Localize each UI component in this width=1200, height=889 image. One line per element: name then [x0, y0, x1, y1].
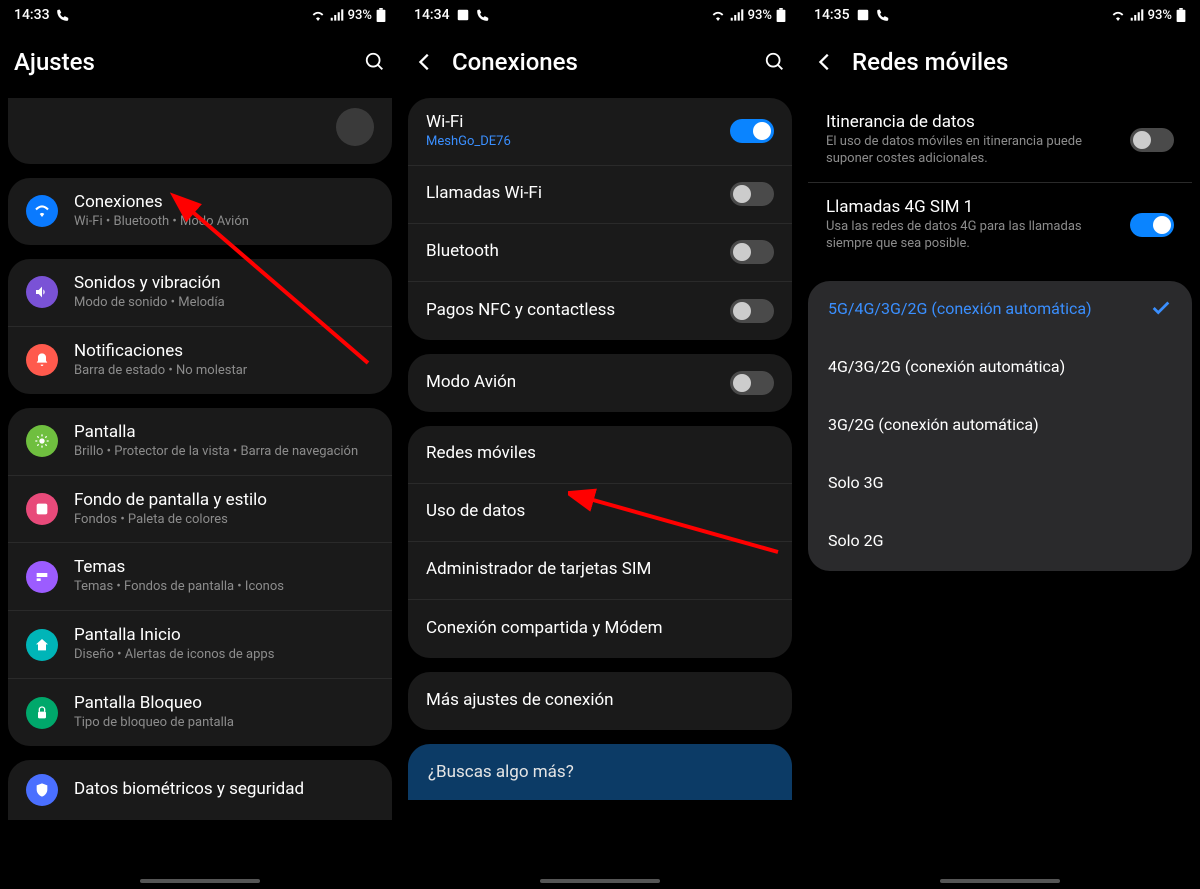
wifi-icon — [1110, 9, 1126, 21]
settings-item-display[interactable]: Pantalla Brillo • Protector de la vista … — [8, 408, 392, 476]
bell-icon — [26, 344, 58, 376]
page-title: Redes móviles — [852, 48, 1186, 76]
settings-item-wallpaper[interactable]: Fondo de pantalla y estilo Fondos • Pale… — [8, 476, 392, 544]
avatar[interactable] — [336, 108, 374, 146]
screen-mobile-networks: 14:35 93% Redes móviles Itinerancia de d… — [800, 0, 1200, 889]
row-mobile-networks[interactable]: Redes móviles — [408, 426, 792, 484]
status-time: 14:35 — [814, 7, 850, 23]
settings-item-biometrics[interactable]: Datos biométricos y seguridad — [8, 760, 392, 820]
search-prompt[interactable]: ¿Buscas algo más? — [408, 744, 792, 800]
row-4g-calls[interactable]: Llamadas 4G SIM 1 Usa las redes de datos… — [808, 183, 1192, 267]
item-sub: Wi-Fi • Bluetooth • Modo Avión — [74, 214, 374, 231]
toggle-nfc[interactable] — [730, 299, 774, 323]
row-tethering[interactable]: Conexión compartida y Módem — [408, 600, 792, 658]
wifi-icon — [310, 9, 326, 21]
screen-header: Redes móviles — [800, 30, 1200, 98]
chevron-left-icon — [414, 51, 436, 73]
status-bar: 14:33 93% — [0, 0, 400, 30]
home-indicator[interactable] — [940, 879, 1060, 883]
image-icon — [456, 8, 470, 22]
shield-icon — [26, 774, 58, 806]
row-data-usage[interactable]: Uso de datos — [408, 484, 792, 542]
home-indicator[interactable] — [140, 879, 260, 883]
search-button[interactable] — [764, 51, 786, 73]
lock-icon — [26, 697, 58, 729]
screen-header: Ajustes — [0, 30, 400, 98]
row-more-settings[interactable]: Más ajustes de conexión — [408, 672, 792, 730]
toggle-roaming[interactable] — [1130, 128, 1174, 152]
phone-call-icon — [56, 8, 70, 22]
row-nfc[interactable]: Pagos NFC y contactless — [408, 282, 792, 340]
signal-icon — [730, 9, 744, 21]
page-title: Ajustes — [14, 48, 348, 76]
status-bar: 14:35 93% — [800, 0, 1200, 30]
settings-item-sounds[interactable]: Sonidos y vibración Modo de sonido • Mel… — [8, 259, 392, 327]
home-icon — [26, 629, 58, 661]
network-option[interactable]: 4G/3G/2G (conexión automática) — [808, 339, 1192, 397]
network-mode-menu: 5G/4G/3G/2G (conexión automática) 4G/3G/… — [808, 281, 1192, 571]
item-title: Conexiones — [74, 192, 374, 212]
back-button[interactable] — [814, 51, 836, 73]
search-icon — [364, 51, 386, 73]
toggle-bluetooth[interactable] — [730, 240, 774, 264]
toggle-4g-calls[interactable] — [1130, 213, 1174, 237]
screen-settings: 14:33 93% Ajustes Conexiones — [0, 0, 400, 889]
page-title: Conexiones — [452, 48, 748, 76]
status-time: 14:33 — [14, 7, 50, 23]
signal-icon — [330, 9, 344, 21]
screen-header: Conexiones — [400, 30, 800, 98]
brush-icon — [26, 561, 58, 593]
profile-fragment — [8, 98, 392, 164]
back-button[interactable] — [414, 51, 436, 73]
image-icon — [856, 8, 870, 22]
status-battery: 93% — [1148, 8, 1172, 23]
settings-item-home[interactable]: Pantalla Inicio Diseño • Alertas de icon… — [8, 611, 392, 679]
wifi-icon — [710, 9, 726, 21]
settings-item-lockscreen[interactable]: Pantalla Bloqueo Tipo de bloqueo de pant… — [8, 679, 392, 746]
signal-icon — [1130, 9, 1144, 21]
phone-call-icon — [476, 8, 490, 22]
check-icon — [1150, 297, 1172, 323]
status-bar: 14:34 93% — [400, 0, 800, 30]
chevron-left-icon — [814, 51, 836, 73]
network-option[interactable]: 5G/4G/3G/2G (conexión automática) — [808, 281, 1192, 339]
settings-item-notifications[interactable]: Notificaciones Barra de estado • No mole… — [8, 327, 392, 394]
toggle-wifi-calling[interactable] — [730, 182, 774, 206]
row-wifi[interactable]: Wi-Fi MeshGo_DE76 — [408, 98, 792, 166]
screen-connections: 14:34 93% Conexiones Wi-Fi MeshGo_DE76 — [400, 0, 800, 889]
toggle-wifi[interactable] — [730, 119, 774, 143]
network-option[interactable]: 3G/2G (conexión automática) — [808, 397, 1192, 455]
status-battery: 93% — [348, 8, 372, 23]
battery-icon — [1176, 8, 1186, 22]
row-airplane[interactable]: Modo Avión — [408, 354, 792, 412]
status-time: 14:34 — [414, 7, 450, 23]
battery-icon — [776, 8, 786, 22]
network-option[interactable]: Solo 3G — [808, 455, 1192, 513]
network-option[interactable]: Solo 2G — [808, 513, 1192, 571]
row-bluetooth[interactable]: Bluetooth — [408, 224, 792, 282]
settings-item-connections[interactable]: Conexiones Wi-Fi • Bluetooth • Modo Avió… — [8, 178, 392, 245]
row-sim-manager[interactable]: Administrador de tarjetas SIM — [408, 542, 792, 600]
phone-call-icon — [876, 8, 890, 22]
palette-icon — [26, 493, 58, 525]
toggle-airplane[interactable] — [730, 371, 774, 395]
row-roaming[interactable]: Itinerancia de datos El uso de datos móv… — [808, 98, 1192, 183]
settings-item-themes[interactable]: Temas Temas • Fondos de pantalla • Icono… — [8, 543, 392, 611]
search-icon — [764, 51, 786, 73]
row-wifi-calling[interactable]: Llamadas Wi-Fi — [408, 166, 792, 224]
sun-icon — [26, 425, 58, 457]
speaker-icon — [26, 276, 58, 308]
wifi-icon — [26, 195, 58, 227]
search-button[interactable] — [364, 51, 386, 73]
home-indicator[interactable] — [540, 879, 660, 883]
battery-icon — [376, 8, 386, 22]
status-battery: 93% — [748, 8, 772, 23]
